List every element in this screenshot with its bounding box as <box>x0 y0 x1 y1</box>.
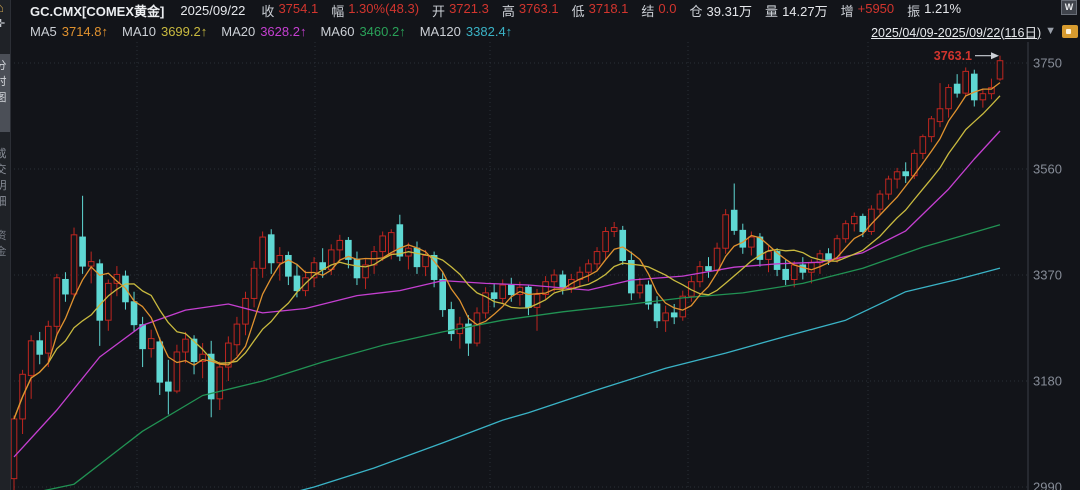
app-window: { "header": { "ticker": "GC.CMX[COMEX黄金]… <box>0 0 1080 490</box>
y-axis-tick: 3180 <box>1033 374 1062 389</box>
w-badge-icon[interactable]: W <box>1061 0 1077 15</box>
quote-field: 振1.21% <box>907 1 961 20</box>
quote-field: 结0.0 <box>641 1 676 20</box>
candlestick-chart[interactable]: 3750 3560 3370 3180 2990 3763.1 <box>0 0 1080 490</box>
ma-legend-items: MA53714.8↑ MA103699.2↑ MA203628.2↑ MA603460… <box>30 24 526 39</box>
quote-bar: GC.CMX[COMEX黄金] 2025/09/22 收3754.1 幅1.30%… <box>0 0 1080 21</box>
ma-legend-item: MA103699.2↑ <box>122 24 207 39</box>
left-toolbar-item[interactable]: 成交明细 <box>0 146 9 210</box>
quote-field: 开3721.3 <box>432 1 489 20</box>
ticker-symbol[interactable]: GC.CMX[COMEX黄金] <box>30 1 164 20</box>
quote-field: 高3763.1 <box>502 1 559 20</box>
crosshair-icon[interactable]: ✛ <box>0 17 5 30</box>
left-toolbar-item[interactable]: 分时图 <box>0 58 9 106</box>
chevron-down-icon[interactable]: ▼ <box>1045 25 1056 37</box>
candles <box>11 56 1003 490</box>
left-toolbar-item[interactable]: 资金 <box>0 228 9 260</box>
quote-field: 低3718.1 <box>572 1 629 20</box>
svg-text:3763.1: 3763.1 <box>934 49 972 63</box>
y-axis-tick: 3370 <box>1033 268 1062 283</box>
ma-legend-bar: MA53714.8↑ MA103699.2↑ MA203628.2↑ MA603460… <box>0 21 1080 41</box>
ma-legend-item: MA1203382.4↑ <box>420 24 512 39</box>
quote-field: 收3754.1 <box>261 1 318 20</box>
ma-legend-item: MA603460.2↑ <box>320 24 405 39</box>
quote-field: 幅1.30%(48.3) <box>331 1 419 20</box>
y-axis-tick: 2990 <box>1033 480 1062 490</box>
date-range-link[interactable]: 2025/04/09-2025/09/22(116日) <box>871 22 1041 41</box>
y-axis: 3750 3560 3370 3180 2990 <box>1028 42 1062 490</box>
y-axis-tick: 3560 <box>1033 162 1062 177</box>
ma-line-ma20 <box>14 131 1000 457</box>
y-axis-tick: 3750 <box>1033 56 1062 71</box>
home-icon[interactable]: ⌂ <box>0 0 4 15</box>
grid <box>10 42 1028 490</box>
ma-legend-item: MA203628.2↑ <box>221 24 306 39</box>
quote-field: 增+5950 <box>841 1 895 20</box>
quote-field: 仓39.31万 <box>689 1 752 20</box>
ma-legend-item: MA53714.8↑ <box>30 24 108 39</box>
quote-fields: 收3754.1 幅1.30%(48.3) 开3721.3 高3763.1 低3718.1… <box>261 1 974 20</box>
range-selector: 2025/04/09-2025/09/22(116日) ▼ <box>871 22 1080 41</box>
tool-icon[interactable] <box>1062 25 1078 38</box>
last-price-annotation: 3763.1 <box>934 49 999 63</box>
quote-date: 2025/09/22 <box>180 3 245 18</box>
quote-field: 量14.27万 <box>765 1 828 20</box>
left-toolbar[interactable]: ⌂ ✛ 分时图 成交明细 资金 <box>0 0 11 490</box>
